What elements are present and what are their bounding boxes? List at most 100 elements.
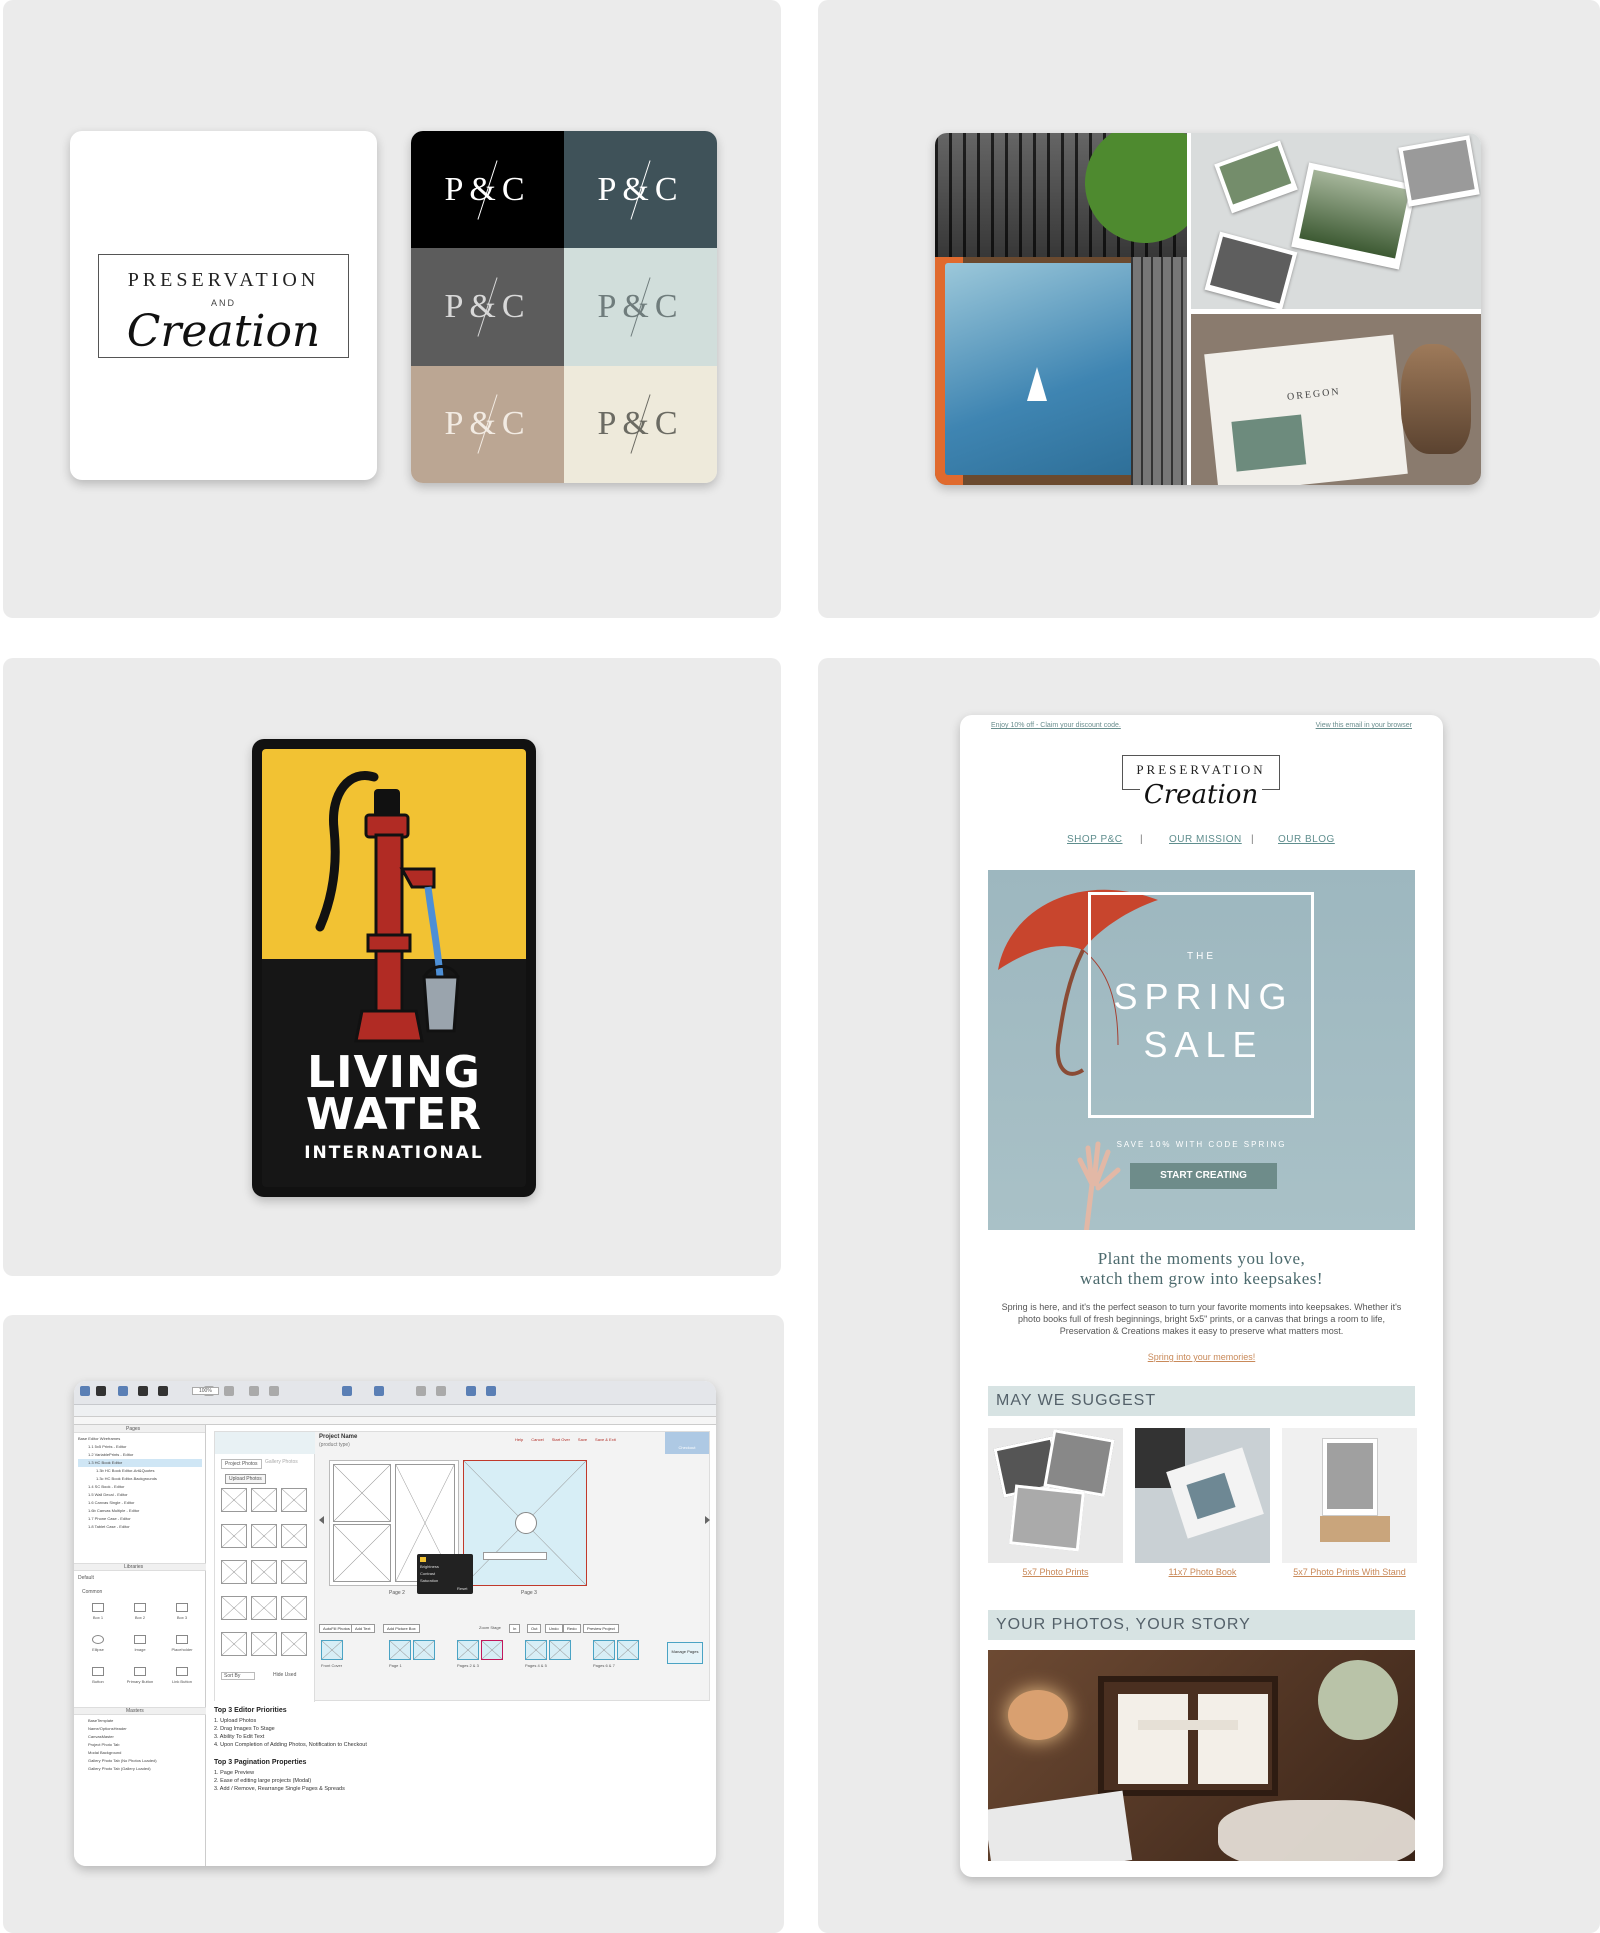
zoom-stage-button[interactable]: Redo (563, 1624, 581, 1633)
photo-thumbnail[interactable] (251, 1596, 277, 1620)
library-item[interactable]: Box 3 (162, 1599, 202, 1629)
sort-by-select[interactable]: Sort By (221, 1672, 256, 1680)
editor-toolbar[interactable]: 100% (74, 1381, 716, 1405)
hide-used-checkbox[interactable]: Hide Used (273, 1672, 296, 1678)
product-label-book[interactable]: 11x7 Photo Book (1135, 1567, 1270, 1577)
stage[interactable]: Page 2 Page 3 Brightness Contrast Satura… (329, 1460, 705, 1620)
photo-thumbnail[interactable] (281, 1596, 307, 1620)
page-strip-item[interactable]: Front Cover (319, 1636, 383, 1672)
zoom-stage-button[interactable]: In (509, 1624, 521, 1633)
zoom-value[interactable]: 100% (192, 1387, 219, 1395)
page-strip-item[interactable]: Pages 6 & 7 (591, 1636, 655, 1672)
page-strip-thumb[interactable] (617, 1640, 639, 1660)
zoom-stage-button[interactable]: Out (527, 1624, 542, 1633)
page-strip-thumb[interactable] (389, 1640, 411, 1660)
checkout-button[interactable]: Checkout (665, 1432, 709, 1454)
photo-thumbnail[interactable] (221, 1632, 247, 1656)
library-item[interactable]: Placeholder (162, 1631, 202, 1661)
zoom-stage-button[interactable]: Undo (545, 1624, 563, 1633)
tree-item[interactable]: 1.6b Canvas Multiple - Editor (78, 1507, 202, 1515)
editor-canvas[interactable]: Project Name (product type) Help Cancel St… (214, 1431, 710, 1702)
page-strip-thumb[interactable] (413, 1640, 435, 1660)
photo-thumbnail[interactable] (221, 1560, 247, 1584)
photo-thumbnail[interactable] (221, 1524, 247, 1548)
page-strip-thumb[interactable] (525, 1640, 547, 1660)
master-item[interactable]: Modal Background (80, 1749, 204, 1757)
discount-link[interactable]: Enjoy 10% off - Claim your discount code… (991, 722, 1121, 729)
editor-action-link[interactable]: Help (515, 1437, 523, 1442)
editor-action-link[interactable]: Cancel (531, 1437, 543, 1442)
tree-item[interactable]: 1.3 HC Book Editor (78, 1459, 202, 1467)
tree-item[interactable]: 1.4 SC Book - Editor (78, 1483, 202, 1491)
libraries-default-select[interactable]: Default (78, 1575, 94, 1581)
tab-project-photos[interactable]: Project Photos (221, 1459, 262, 1469)
photo-thumbnail[interactable] (281, 1488, 307, 1512)
library-item[interactable]: Box 1 (78, 1599, 118, 1629)
bottom-buttons[interactable]: AutoFill Photos Add Text Add Picture Box Zo… (319, 1624, 709, 1634)
library-item[interactable]: Image (120, 1631, 160, 1661)
product-label-prints[interactable]: 5x7 Photo Prints (988, 1567, 1123, 1577)
page-strip-thumb[interactable] (593, 1640, 615, 1660)
tree-item[interactable]: 1.8 Tablet Case - Editor (78, 1523, 202, 1531)
master-item[interactable]: CanvasMaster (80, 1733, 204, 1741)
page-strip-item[interactable]: Pages 4 & 5 (523, 1636, 587, 1672)
editor-actions[interactable]: Help Cancel Start Over Save Save & Exit (515, 1437, 624, 1442)
page-strip-thumb[interactable] (457, 1640, 479, 1660)
photo-thumbnail[interactable] (281, 1632, 307, 1656)
master-item[interactable]: Gallery Photo Tab (No Photos Loaded) (80, 1757, 204, 1765)
bottom-action-button[interactable]: AutoFill Photos (319, 1624, 354, 1633)
tree-item[interactable]: 1.1 5x5 Prints - Editor (78, 1443, 202, 1451)
tab-gallery-photos[interactable]: Gallery Photos (265, 1459, 298, 1465)
master-item[interactable]: Gallery Photo Tab (Gallery Loaded) (80, 1765, 204, 1773)
bottom-action-button[interactable]: Add Picture Box (383, 1624, 420, 1633)
page-strip-thumb[interactable] (481, 1640, 503, 1660)
master-item[interactable]: BaseTemplate (80, 1717, 204, 1725)
library-item[interactable]: Primary Button (120, 1663, 160, 1693)
master-item[interactable]: Project Photo Tab (80, 1741, 204, 1749)
library-item[interactable]: Ellipse (78, 1631, 118, 1661)
tree-item[interactable]: Base Editor Wireframes (78, 1435, 202, 1443)
photo-thumbnail[interactable] (281, 1560, 307, 1584)
library-item[interactable]: Box 2 (120, 1599, 160, 1629)
page-strip-item[interactable]: Pages 2 & 3 (455, 1636, 519, 1672)
photo-thumbnail[interactable] (251, 1632, 277, 1656)
masters-list[interactable]: BaseTemplate Name/OptionsHeader CanvasMast… (80, 1717, 204, 1773)
next-page-arrow-icon[interactable] (705, 1516, 710, 1524)
start-creating-button[interactable]: START CREATING (1130, 1163, 1277, 1189)
photo-thumbnail[interactable] (281, 1524, 307, 1548)
photo-thumbnails[interactable] (221, 1488, 311, 1668)
product-prints-stand[interactable] (1282, 1428, 1417, 1563)
library-item[interactable]: Button (78, 1663, 118, 1693)
page-strip-thumb[interactable] (549, 1640, 571, 1660)
tree-item[interactable]: 1.3c HC Book Editor-Backgrounds (78, 1475, 202, 1483)
photo-thumbnail[interactable] (221, 1488, 247, 1512)
product-photo-book[interactable] (1135, 1428, 1270, 1563)
tree-item[interactable]: 1.2 VariablePrints - Editor (78, 1451, 202, 1459)
popup-reset-button[interactable]: Reset (457, 1586, 467, 1591)
tree-item[interactable]: 1.7 Phone Case - Editor (78, 1515, 202, 1523)
prev-page-arrow-icon[interactable] (319, 1516, 324, 1524)
photo-thumbnail[interactable] (251, 1560, 277, 1584)
tree-item[interactable]: 1.3b HC Book Editor-Art&Quotes (78, 1467, 202, 1475)
picture-box[interactable] (333, 1524, 391, 1582)
product-photo-prints[interactable] (988, 1428, 1123, 1563)
master-item[interactable]: Name/OptionsHeader (80, 1725, 204, 1733)
editor-action-link[interactable]: Start Over (552, 1437, 570, 1442)
editor-action-link[interactable]: Save (578, 1437, 587, 1442)
bottom-action-button[interactable]: Add Text (351, 1624, 375, 1633)
page-strip[interactable]: Front Cover Page 1 Pages 2 & 3 Pages 4 & 5 P… (319, 1636, 709, 1672)
library-items[interactable]: Box 1 Box 2 Box 3 Ellipse Image Placeholder Bu… (78, 1599, 202, 1699)
product-label-stand[interactable]: 5x7 Photo Prints With Stand (1282, 1567, 1417, 1577)
page-strip-item[interactable]: Page 1 (387, 1636, 451, 1672)
photo-thumbnail[interactable] (251, 1524, 277, 1548)
picture-box[interactable] (333, 1464, 391, 1522)
body-link[interactable]: Spring into your memories! (960, 1352, 1443, 1362)
tree-item[interactable]: 1.6 Canvas Single - Editor (78, 1499, 202, 1507)
photo-thumbnail[interactable] (251, 1488, 277, 1512)
nav-shop[interactable]: SHOP P&C (1067, 834, 1123, 845)
nav-mission[interactable]: OUR MISSION (1169, 834, 1242, 845)
photo-edit-popup[interactable]: Brightness Contrast Saturation Reset (417, 1554, 473, 1594)
view-in-browser-link[interactable]: View this email in your browser (1316, 722, 1412, 729)
pages-tree[interactable]: Base Editor Wireframes 1.1 5x5 Prints - E… (78, 1435, 202, 1531)
editor-action-link[interactable]: Save & Exit (595, 1437, 616, 1442)
